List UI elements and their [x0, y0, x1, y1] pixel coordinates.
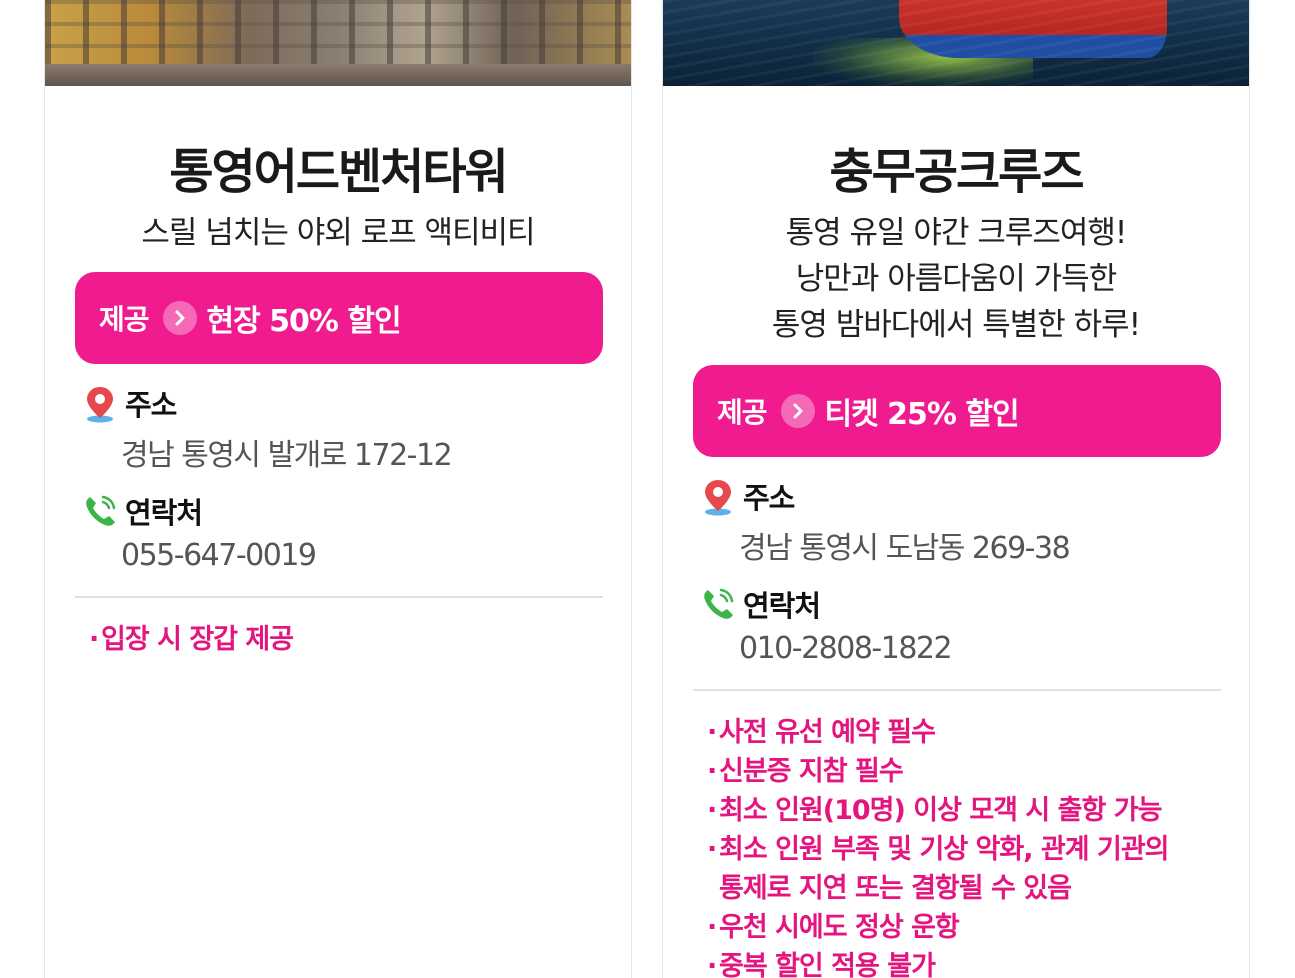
contact-label: 연락처 — [743, 589, 821, 623]
address-label: 주소 — [125, 388, 177, 422]
contact-value: 010-2808-1822 — [739, 631, 953, 666]
note-item: 중복 할인 적용 불가 — [707, 947, 1169, 978]
offer-banner[interactable]: 제공 현장 50% 할인 — [75, 272, 603, 364]
chevron-right-icon — [162, 301, 197, 335]
phone-icon — [704, 588, 734, 619]
offer-label: 제공 — [99, 303, 150, 336]
note-item-continuation: 통제로 지연 또는 결항될 수 있음 — [719, 873, 1072, 904]
contact-row: 연락처 — [699, 583, 821, 625]
offer-banner[interactable]: 제공 티켓 25% 할인 — [693, 365, 1221, 457]
address-row: 주소 — [81, 382, 177, 424]
card-title: 충무공크루즈 — [829, 144, 1085, 200]
note-item: 사전 유선 예약 필수 — [707, 713, 1169, 752]
contact-row: 연락처 — [81, 490, 203, 532]
partner-card-cruise[interactable]: 충무공크루즈 통영 유일 야간 크루즈여행! 낭만과 아름다움이 가득한 통영 … — [662, 0, 1250, 978]
subtitle-line: 낭만과 아름다움이 가득한 — [795, 261, 1117, 297]
subtitle-line: 통영 밤바다에서 특별한 하루! — [771, 307, 1141, 343]
offer-text: 티켓 25% 할인 — [824, 397, 1020, 432]
location-pin-icon — [705, 480, 731, 516]
card-subtitle: 스릴 넘치는 야외 로프 액티비티 — [45, 210, 631, 256]
offer-text: 현장 50% 할인 — [206, 304, 402, 339]
page: 통영어드벤처타워 스릴 넘치는 야외 로프 액티비티 제공 현장 50% 할인 … — [0, 0, 1295, 978]
notes-list: 사전 유선 예약 필수 신분증 지참 필수 최소 인원(10명) 이상 모객 시… — [707, 713, 1169, 978]
phone-icon — [86, 495, 116, 526]
chevron-right-icon — [780, 394, 815, 428]
note-item: 입장 시 장갑 제공 — [89, 620, 294, 659]
note-item: 우천 시에도 정상 운항 — [707, 908, 1169, 947]
address-value: 경남 통영시 발개로 172-12 — [121, 438, 453, 473]
offer-label: 제공 — [717, 396, 768, 429]
notes-list: 입장 시 장갑 제공 — [89, 620, 294, 659]
subtitle-line: 스릴 넘치는 야외 로프 액티비티 — [141, 215, 535, 251]
note-item: 최소 인원 부족 및 기상 악화, 관계 기관의 — [707, 830, 1169, 869]
note-item: 신분증 지참 필수 — [707, 752, 1169, 791]
adventure-tower-photo — [45, 0, 631, 86]
divider — [693, 689, 1221, 691]
address-row: 주소 — [699, 475, 795, 517]
divider — [75, 596, 603, 598]
contact-label: 연락처 — [125, 496, 203, 530]
cruise-photo — [663, 0, 1249, 86]
address-label: 주소 — [743, 481, 795, 515]
note-item: 최소 인원(10명) 이상 모객 시 출항 가능 — [707, 791, 1169, 830]
address-value: 경남 통영시 도남동 269-38 — [739, 531, 1071, 566]
card-subtitle: 통영 유일 야간 크루즈여행! 낭만과 아름다움이 가득한 통영 밤바다에서 특… — [663, 210, 1249, 348]
location-pin-icon — [87, 387, 113, 423]
subtitle-line: 통영 유일 야간 크루즈여행! — [785, 215, 1128, 251]
partner-card-adventure-tower[interactable]: 통영어드벤처타워 스릴 넘치는 야외 로프 액티비티 제공 현장 50% 할인 … — [44, 0, 632, 978]
card-title: 통영어드벤처타워 — [169, 144, 508, 200]
contact-value: 055-647-0019 — [121, 538, 317, 573]
